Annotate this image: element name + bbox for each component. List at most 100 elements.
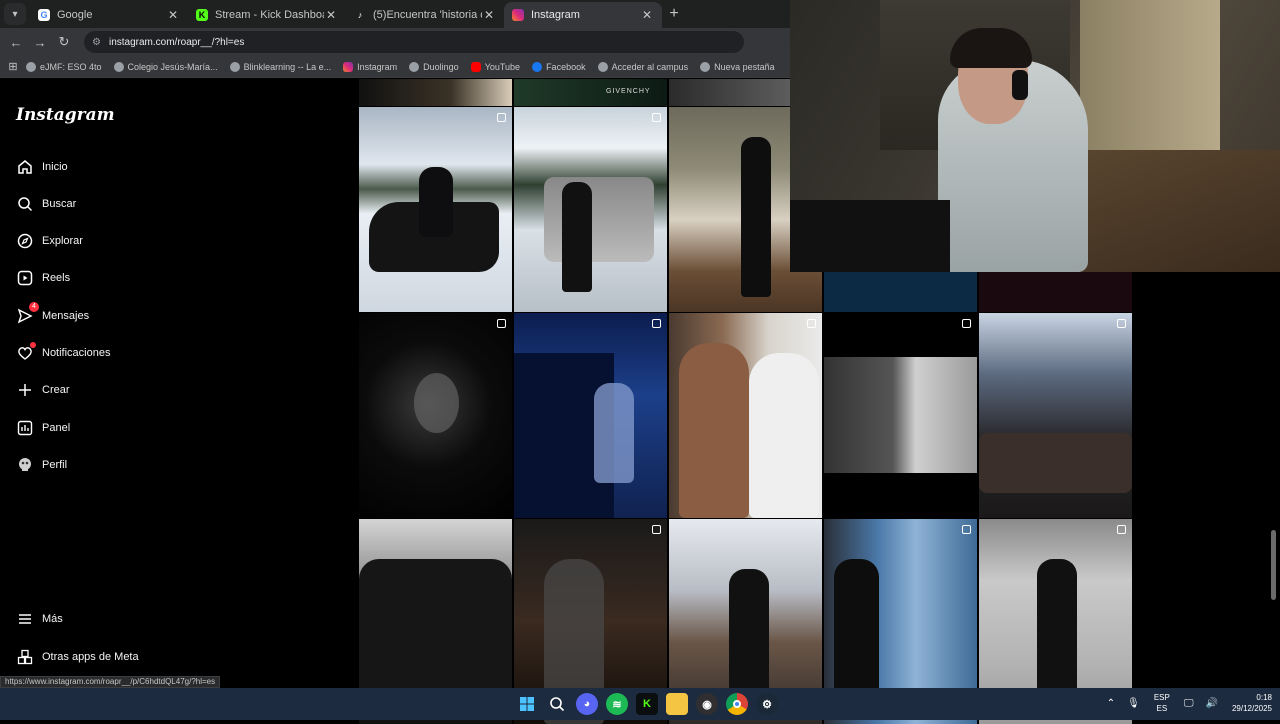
- multi-post-icon: [497, 319, 506, 328]
- nav-otras-apps[interactable]: Otras apps de Meta: [16, 648, 139, 666]
- file-explorer-icon[interactable]: [666, 693, 688, 715]
- bookmark-item[interactable]: Duolingo: [409, 61, 459, 72]
- couch-shape: [979, 433, 1132, 493]
- instagram-logo[interactable]: Instagram: [16, 105, 115, 125]
- nav-mensajes[interactable]: 4 Mensajes: [16, 302, 90, 325]
- tab-strip: ▾ G Google ✕ K Stream - Kick Dashboard ✕…: [0, 0, 790, 28]
- bookmark-item[interactable]: Blinklearning -- La e...: [229, 61, 332, 72]
- multi-post-icon: [962, 319, 971, 328]
- tab-kick[interactable]: K Stream - Kick Dashboard ✕: [188, 2, 346, 28]
- search-icon[interactable]: [546, 693, 568, 715]
- grid-post[interactable]: [359, 79, 512, 106]
- new-tab-button[interactable]: +: [662, 2, 686, 26]
- grid-post-studio[interactable]: [979, 313, 1132, 518]
- grid-post-blue-car[interactable]: [514, 313, 667, 518]
- close-icon[interactable]: ✕: [482, 8, 496, 22]
- bookmark-label: Nueva pestaña: [714, 61, 775, 72]
- nav-panel[interactable]: Panel: [16, 419, 70, 437]
- multi-post-icon: [962, 525, 971, 534]
- menu-icon: [16, 610, 34, 628]
- volume-icon[interactable]: 🔊: [1206, 698, 1218, 709]
- grid-post-stairs[interactable]: [824, 313, 977, 518]
- obs-icon[interactable]: ◉: [696, 693, 718, 715]
- nav-label: Crear: [42, 384, 70, 396]
- bookmark-label: Blinklearning -- La e...: [243, 61, 332, 72]
- tab-instagram[interactable]: Instagram ✕: [504, 2, 662, 28]
- nav-label: Otras apps de Meta: [42, 651, 139, 663]
- steam-icon[interactable]: ⚙: [756, 693, 778, 715]
- nav-buscar[interactable]: Buscar: [16, 195, 76, 213]
- discord-icon[interactable]: ◕: [576, 693, 598, 715]
- nav-label: Reels: [42, 272, 71, 284]
- multi-post-icon: [807, 319, 816, 328]
- search-icon: [16, 195, 34, 213]
- chrome-icon[interactable]: [726, 693, 748, 715]
- compass-icon: [16, 232, 34, 250]
- person-shape: [749, 353, 819, 518]
- windows-start-icon[interactable]: [516, 693, 538, 715]
- google-icon: G: [38, 9, 50, 21]
- nav-label: Mensajes: [42, 310, 90, 322]
- tab-title: Stream - Kick Dashboard: [215, 9, 324, 21]
- globe-icon: [700, 61, 711, 72]
- bookmark-label: YouTube: [484, 61, 521, 72]
- grid-post-dark-portrait[interactable]: [359, 313, 512, 518]
- clock-date: 29/12/2025: [1231, 704, 1272, 713]
- close-icon[interactable]: ✕: [640, 8, 654, 22]
- globe-icon: [26, 61, 36, 72]
- bookmark-label: Duolingo: [423, 61, 459, 72]
- grid-post[interactable]: [824, 272, 977, 312]
- apps-grid-icon[interactable]: ⊞: [0, 60, 26, 73]
- clock[interactable]: 0:18 29/12/2025: [1232, 692, 1272, 714]
- forward-button[interactable]: →: [28, 35, 52, 50]
- language-indicator[interactable]: ESP ES: [1154, 692, 1170, 714]
- nav-reels[interactable]: Reels: [16, 269, 70, 287]
- close-icon[interactable]: ✕: [166, 8, 180, 22]
- close-icon[interactable]: ✕: [324, 8, 338, 22]
- tab-search-button[interactable]: ▾: [4, 3, 26, 25]
- tab-title: Instagram: [531, 9, 580, 21]
- tab-google[interactable]: G Google ✕: [30, 2, 188, 28]
- instagram-icon: [512, 9, 524, 21]
- chevron-up-icon[interactable]: ⌃: [1107, 698, 1115, 709]
- meta-apps-icon: [16, 648, 34, 666]
- page-scrollbar[interactable]: [1271, 530, 1276, 600]
- back-button[interactable]: ←: [4, 35, 28, 50]
- multi-post-icon: [652, 319, 661, 328]
- nav-crear[interactable]: Crear: [16, 381, 70, 399]
- person-shape: [562, 182, 592, 292]
- bookmark-item[interactable]: Acceder al campus: [597, 61, 689, 72]
- reload-button[interactable]: ↻: [52, 34, 76, 50]
- bookmark-item[interactable]: Colegio Jesús-María...: [113, 61, 218, 72]
- globe-icon: [113, 61, 124, 72]
- address-bar[interactable]: ⚙ instagram.com/roapr__/?hl=es: [84, 31, 744, 53]
- kick-icon[interactable]: K: [636, 693, 658, 715]
- grid-post-snowmobile[interactable]: [359, 107, 512, 312]
- nav-perfil[interactable]: Perfil: [16, 456, 67, 474]
- tab-tiktok[interactable]: ♪ (5)Encuentra 'historia de roa' e ✕: [346, 2, 504, 28]
- network-icon[interactable]: 🖵: [1184, 698, 1194, 709]
- lang-bottom: ES: [1156, 704, 1168, 713]
- bookmark-label: Instagram: [357, 61, 398, 72]
- home-icon: [16, 158, 34, 176]
- bookmark-item[interactable]: YouTube: [470, 61, 521, 72]
- nav-inicio[interactable]: Inicio: [16, 158, 68, 176]
- globe-icon: [597, 61, 608, 72]
- site-info-icon[interactable]: ⚙: [92, 37, 101, 48]
- nav-explorar[interactable]: Explorar: [16, 232, 83, 250]
- bookmark-item[interactable]: eJMF: ESO 4to: [26, 61, 102, 72]
- grid-post-duo[interactable]: [669, 313, 822, 518]
- bookmark-label: Acceder al campus: [611, 61, 689, 72]
- bookmark-item[interactable]: Instagram: [343, 61, 398, 72]
- nav-notificaciones[interactable]: Notificaciones: [16, 342, 110, 362]
- grid-post[interactable]: [979, 272, 1132, 312]
- nav-mas[interactable]: Más: [16, 610, 63, 628]
- microphone-icon[interactable]: 🎙: [1127, 698, 1140, 709]
- spotify-icon[interactable]: ≋: [606, 693, 628, 715]
- grid-post[interactable]: GIVENCHY: [514, 79, 667, 106]
- grid-post-truck-snow[interactable]: [514, 107, 667, 312]
- bookmark-item[interactable]: Facebook: [532, 61, 586, 72]
- bookmark-item[interactable]: Nueva pestaña: [700, 61, 775, 72]
- system-tray: ⌃ 🎙 ESP ES 🖵 🔊 0:18 29/12/2025: [1101, 692, 1272, 714]
- photo-inner: [824, 357, 977, 473]
